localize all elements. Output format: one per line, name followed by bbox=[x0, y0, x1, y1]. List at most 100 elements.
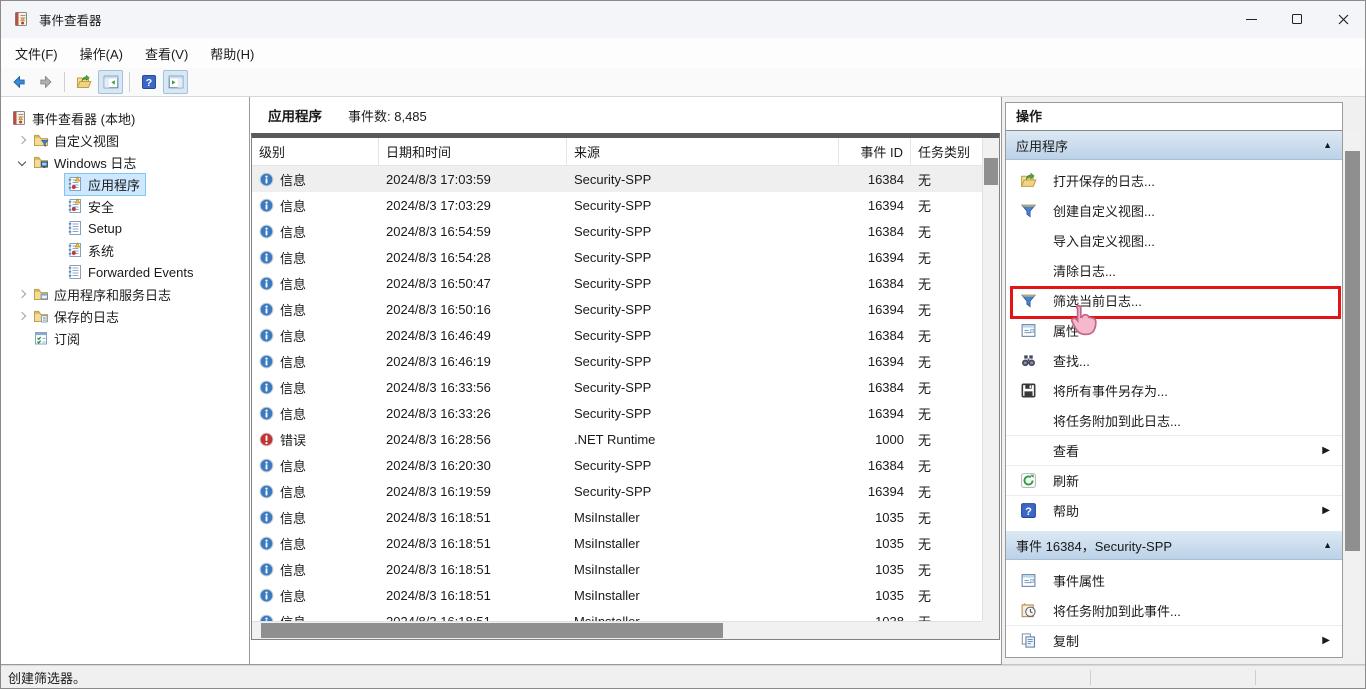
toolbar-help-button[interactable]: ? bbox=[136, 70, 161, 94]
tree-item-apps-services-logs[interactable]: 应用程序和服务日志 bbox=[0, 283, 249, 305]
event-row[interactable]: 信息2024/8/3 16:18:51MsiInstaller1035无 bbox=[252, 504, 982, 530]
tree-item-custom-views[interactable]: 自定义视图 bbox=[0, 129, 249, 151]
event-row[interactable]: 信息2024/8/3 16:46:49Security-SPP16384无 bbox=[252, 322, 982, 348]
actions-section-header[interactable]: 应用程序▲ bbox=[1006, 131, 1342, 160]
actions-scrollbar-thumb[interactable] bbox=[1345, 151, 1360, 551]
horizontal-scrollbar[interactable] bbox=[252, 621, 982, 639]
column-header[interactable]: 级别 bbox=[252, 138, 379, 166]
event-row[interactable]: 信息2024/8/3 16:20:30Security-SPP16384无 bbox=[252, 452, 982, 478]
event-count: 事件数: 8,485 bbox=[348, 106, 427, 125]
chevron-right-icon[interactable] bbox=[14, 291, 30, 297]
collapse-arrow-icon[interactable]: ▲ bbox=[1323, 540, 1332, 550]
event-row[interactable]: 信息2024/8/3 16:18:51MsiInstaller1035无 bbox=[252, 582, 982, 608]
event-row[interactable]: 信息2024/8/3 16:33:26Security-SPP16394无 bbox=[252, 400, 982, 426]
event-cell: Security-SPP bbox=[567, 276, 839, 291]
tree-node-forwarded-events[interactable]: Forwarded Events bbox=[64, 262, 200, 282]
tree-item-setup[interactable]: Setup bbox=[0, 217, 249, 239]
action-help[interactable]: ?帮助▶ bbox=[1006, 495, 1342, 525]
toolbar-back-button[interactable] bbox=[6, 70, 31, 94]
event-row[interactable]: 信息2024/8/3 16:46:19Security-SPP16394无 bbox=[252, 348, 982, 374]
event-row[interactable]: 信息2024/8/3 17:03:29Security-SPP16394无 bbox=[252, 192, 982, 218]
event-row[interactable]: 信息2024/8/3 17:03:59Security-SPP16384无 bbox=[252, 166, 982, 192]
action-properties[interactable]: 属性 bbox=[1006, 315, 1342, 345]
actions-title: 操作 bbox=[1006, 103, 1342, 131]
event-task-category: 无 bbox=[918, 222, 931, 241]
event-cell: 2024/8/3 16:54:28 bbox=[379, 250, 567, 265]
actions-scrollbar[interactable] bbox=[1344, 131, 1361, 658]
maximize-button[interactable] bbox=[1274, 0, 1320, 38]
tree-node-application[interactable]: 应用程序 bbox=[64, 173, 146, 196]
menu-file[interactable]: 文件(F) bbox=[4, 40, 69, 67]
event-cell: 16394 bbox=[839, 250, 911, 265]
horizontal-scrollbar-thumb[interactable] bbox=[261, 623, 723, 638]
log-event-icon bbox=[67, 242, 83, 258]
tree-node-setup[interactable]: Setup bbox=[64, 218, 128, 238]
action-view[interactable]: 查看▶ bbox=[1006, 435, 1342, 465]
tree-item-event-viewer-local[interactable]: 事件查看器 (本地) bbox=[0, 107, 249, 129]
event-cell: 1035 bbox=[839, 536, 911, 551]
event-row[interactable]: 信息2024/8/3 16:18:51MsiInstaller1035无 bbox=[252, 530, 982, 556]
chevron-right-icon[interactable] bbox=[14, 313, 30, 319]
event-row[interactable]: 信息2024/8/3 16:54:28Security-SPP16394无 bbox=[252, 244, 982, 270]
column-header[interactable]: 日期和时间 bbox=[379, 138, 567, 166]
action-copy[interactable]: 复制▶ bbox=[1006, 625, 1342, 655]
action-save-all-events-as[interactable]: 将所有事件另存为... bbox=[1006, 375, 1342, 405]
tree-item-saved-logs[interactable]: 保存的日志 bbox=[0, 305, 249, 327]
event-cell: Security-SPP bbox=[567, 302, 839, 317]
tree-item-subscriptions[interactable]: 订阅 bbox=[0, 327, 249, 349]
event-row[interactable]: 信息2024/8/3 16:50:16Security-SPP16394无 bbox=[252, 296, 982, 322]
event-row[interactable]: 信息2024/8/3 16:18:51MsiInstaller1035无 bbox=[252, 556, 982, 582]
menu-help[interactable]: 帮助(H) bbox=[199, 40, 265, 67]
event-row[interactable]: 信息2024/8/3 16:50:47Security-SPP16384无 bbox=[252, 270, 982, 296]
tree-item-system[interactable]: 系统 bbox=[0, 239, 249, 261]
action-attach-task-to-event[interactable]: 将任务附加到此事件... bbox=[1006, 595, 1342, 625]
column-header[interactable]: 来源 bbox=[567, 138, 839, 166]
action-refresh[interactable]: 刷新 bbox=[1006, 465, 1342, 495]
action-filter-current-log[interactable]: 筛选当前日志... bbox=[1006, 285, 1342, 315]
action-clear-log[interactable]: 清除日志... bbox=[1006, 255, 1342, 285]
chevron-right-icon[interactable] bbox=[14, 137, 30, 143]
action-open-saved-log[interactable]: 打开保存的日志... bbox=[1006, 165, 1342, 195]
toolbar-console-tree-toggle-button[interactable] bbox=[98, 70, 123, 94]
tree-item-security[interactable]: 安全 bbox=[0, 195, 249, 217]
tree-node-system[interactable]: 系统 bbox=[64, 239, 120, 262]
tree-node-windows-logs[interactable]: Windows 日志 bbox=[30, 151, 142, 174]
event-cell: 无 bbox=[911, 508, 982, 527]
event-id: 16384 bbox=[868, 458, 904, 473]
tree-node-saved-logs[interactable]: 保存的日志 bbox=[30, 305, 125, 328]
event-task-category: 无 bbox=[918, 430, 931, 449]
event-source: Security-SPP bbox=[574, 172, 651, 187]
toolbar-open-saved-log-button[interactable] bbox=[71, 70, 96, 94]
actions-section-header[interactable]: 事件 16384，Security-SPP▲ bbox=[1006, 531, 1342, 560]
menu-action[interactable]: 操作(A) bbox=[69, 40, 134, 67]
menu-view[interactable]: 查看(V) bbox=[134, 40, 199, 67]
toolbar-forward-button[interactable] bbox=[33, 70, 58, 94]
tree-node-custom-views[interactable]: 自定义视图 bbox=[30, 129, 125, 152]
action-event-properties[interactable]: 事件属性 bbox=[1006, 565, 1342, 595]
action-find[interactable]: 查找... bbox=[1006, 345, 1342, 375]
collapse-arrow-icon[interactable]: ▲ bbox=[1323, 140, 1332, 150]
event-row[interactable]: 错误2024/8/3 16:28:56.NET Runtime1000无 bbox=[252, 426, 982, 452]
vertical-scrollbar[interactable] bbox=[982, 138, 999, 621]
event-row[interactable]: 信息2024/8/3 16:18:51MsiInstaller1038无 bbox=[252, 608, 982, 621]
tree-item-application[interactable]: 应用程序 bbox=[0, 173, 249, 195]
toolbar-action-pane-toggle-button[interactable] bbox=[163, 70, 188, 94]
menu-bar: 文件(F)操作(A)查看(V)帮助(H) bbox=[0, 38, 1366, 68]
event-row[interactable]: 信息2024/8/3 16:19:59Security-SPP16394无 bbox=[252, 478, 982, 504]
tree-node-event-viewer-local[interactable]: 事件查看器 (本地) bbox=[8, 107, 141, 130]
tree-item-windows-logs[interactable]: Windows 日志 bbox=[0, 151, 249, 173]
chevron-down-icon[interactable] bbox=[14, 159, 30, 165]
tree-node-apps-services-logs[interactable]: 应用程序和服务日志 bbox=[30, 283, 177, 306]
event-row[interactable]: 信息2024/8/3 16:33:56Security-SPP16384无 bbox=[252, 374, 982, 400]
tree-item-forwarded-events[interactable]: Forwarded Events bbox=[0, 261, 249, 283]
minimize-button[interactable] bbox=[1228, 0, 1274, 38]
action-import-custom-view[interactable]: 导入自定义视图... bbox=[1006, 225, 1342, 255]
tree-node-security[interactable]: 安全 bbox=[64, 195, 120, 218]
event-row[interactable]: 信息2024/8/3 16:54:59Security-SPP16384无 bbox=[252, 218, 982, 244]
action-attach-task-to-log[interactable]: 将任务附加到此日志... bbox=[1006, 405, 1342, 435]
column-header[interactable]: 事件 ID bbox=[839, 138, 911, 166]
vertical-scrollbar-thumb[interactable] bbox=[984, 158, 998, 185]
action-create-custom-view[interactable]: 创建自定义视图... bbox=[1006, 195, 1342, 225]
tree-node-subscriptions[interactable]: 订阅 bbox=[30, 327, 86, 350]
close-button[interactable] bbox=[1320, 0, 1366, 38]
